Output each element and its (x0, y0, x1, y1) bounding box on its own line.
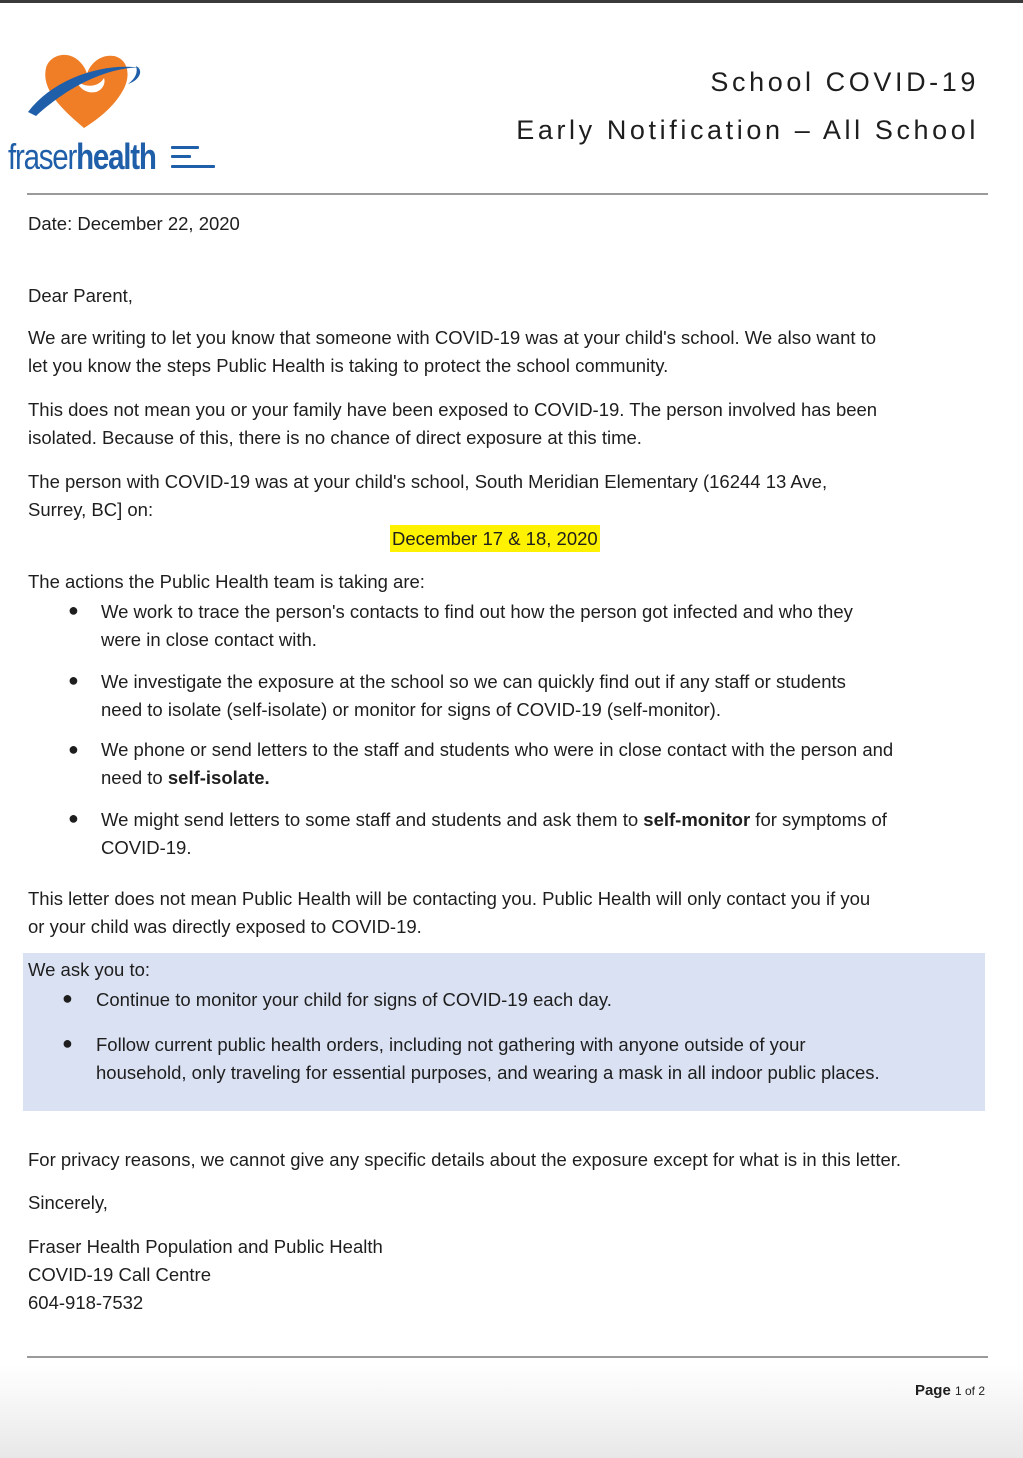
bullet-icon: ● (62, 988, 73, 1008)
action-4-line-2: COVID-19. (101, 837, 192, 858)
top-border (0, 0, 1023, 3)
signature-line-1: Fraser Health Population and Public Heal… (28, 1236, 383, 1257)
bullet-icon: ● (68, 739, 79, 759)
paragraph-1-line-1: We are writing to let you know that some… (28, 327, 877, 348)
signature-phone: 604-918-7532 (28, 1292, 144, 1313)
ask-item-2-line-1: Follow current public health orders, inc… (96, 1034, 806, 1055)
action-1-line-1: We work to trace the person's contacts t… (101, 601, 853, 622)
header-title-line1: School COVID-19 (710, 67, 979, 97)
action-1-line-2: were in close contact with. (101, 629, 317, 650)
paragraph-2-line-1: This does not mean you or your family ha… (28, 399, 878, 420)
ask-item-1: Continue to monitor your child for signs… (96, 989, 612, 1010)
logo-tagline-mark (171, 140, 215, 168)
ask-intro: We ask you to: (28, 959, 151, 980)
heart-logo-icon (28, 54, 142, 128)
exposure-dates-highlight: December 17 & 18, 2020 (390, 525, 600, 552)
bullet-icon: ● (68, 808, 79, 828)
actions-intro: The actions the Public Health team is ta… (28, 571, 425, 592)
bullet-icon: ● (68, 600, 79, 620)
page-number: Page 1 of 2 (914, 1382, 985, 1399)
logo-wordmark: fraserhealth (8, 136, 157, 177)
ask-item-2-line-2: household, only traveling for essential … (96, 1062, 880, 1083)
letter-greeting: Dear Parent, (28, 285, 133, 306)
action-2-line-2: need to isolate (self-isolate) or monito… (101, 699, 721, 720)
header-title-line2: Early Notification – All School (516, 115, 979, 145)
bullet-icon: ● (68, 670, 79, 690)
letter-date: Date: December 22, 2020 (28, 213, 240, 234)
paragraph-3-line-1: The person with COVID-19 was at your chi… (28, 471, 828, 492)
paragraph-1-line-2: let you know the steps Public Health is … (28, 355, 669, 376)
signature-line-2: COVID-19 Call Centre (28, 1264, 212, 1285)
bullet-icon: ● (62, 1033, 73, 1053)
closing: Sincerely, (28, 1192, 108, 1213)
fraser-health-logo: fraserhealth (6, 48, 266, 183)
page-footer (0, 1365, 1023, 1458)
privacy-note: For privacy reasons, we cannot give any … (28, 1149, 902, 1170)
paragraph-4-line-2: or your child was directly exposed to CO… (28, 916, 422, 937)
footer-divider (27, 1356, 988, 1358)
paragraph-3-line-2: Surrey, BC] on: (28, 499, 154, 520)
action-2-line-1: We investigate the exposure at the schoo… (101, 671, 846, 692)
header-divider (27, 193, 988, 195)
paragraph-4-line-1: This letter does not mean Public Health … (28, 888, 871, 909)
action-4-line-1: We might send letters to some staff and … (101, 809, 887, 830)
paragraph-2-line-2: isolated. Because of this, there is no c… (28, 427, 642, 448)
action-3-line-1: We phone or send letters to the staff an… (101, 739, 894, 760)
action-3-line-2: need to self-isolate. (101, 767, 270, 788)
